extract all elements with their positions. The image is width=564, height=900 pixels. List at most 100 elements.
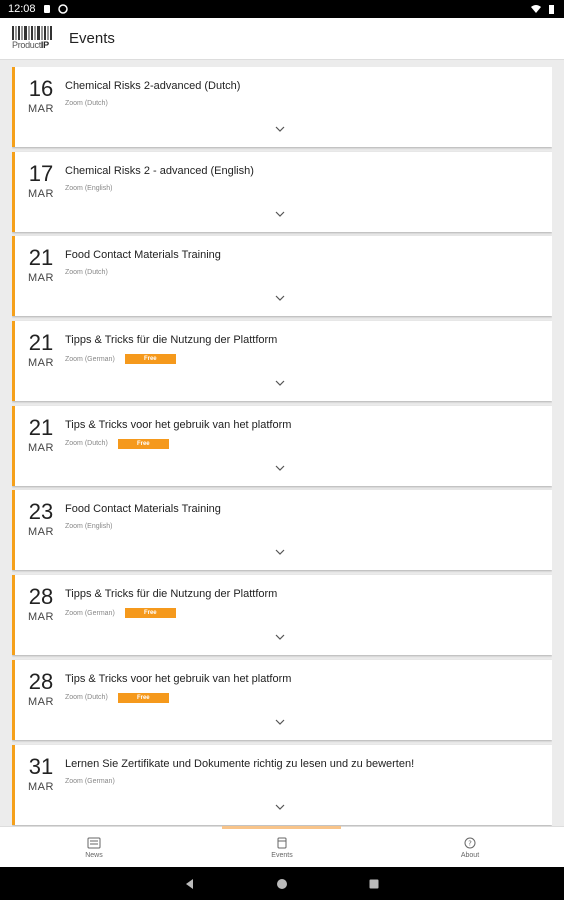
chevron-down-icon[interactable] [272,462,288,474]
event-day: 17 [28,160,54,186]
chevron-down-icon[interactable] [272,631,288,643]
event-meta: Zoom (English) [65,523,112,530]
bottom-navigation: News Events ? About [0,826,564,868]
event-date: 28 MAR [26,668,56,708]
wifi-icon [531,5,541,13]
event-month: MAR [28,780,54,793]
chevron-down-icon[interactable] [272,716,288,728]
chevron-down-icon[interactable] [272,377,288,389]
event-meta: Zoom (Dutch) Free [65,692,169,703]
event-month: MAR [28,526,54,539]
event-day: 28 [28,584,54,610]
event-title: Food Contact Materials Training [65,503,221,516]
recents-icon[interactable] [368,878,380,890]
page-title: Events [69,30,115,47]
status-time: 12:08 [8,3,36,15]
event-location: Zoom (Dutch) [65,100,108,107]
tab-about-label: About [460,851,480,859]
event-date: 21 MAR [26,245,56,285]
chevron-down-icon[interactable] [272,546,288,558]
event-meta: Zoom (German) Free [65,608,176,619]
sim-card-icon [43,5,50,13]
chevron-down-icon[interactable] [272,292,288,304]
data-saver-icon [57,4,68,14]
event-day: 28 [28,668,54,694]
event-meta: Zoom (English) [65,185,112,192]
event-month: MAR [28,272,54,285]
event-card[interactable]: 21 MAR Tips & Tricks voor het gebruik va… [12,405,552,486]
battery-icon [549,5,554,14]
event-title: Tipps & Tricks für die Nutzung der Platt… [65,334,278,347]
event-location: Zoom (German) [65,777,115,785]
event-month: MAR [28,103,54,115]
event-title: Tips & Tricks voor het gebruik van het p… [65,672,292,685]
event-date: 17 MAR [26,160,56,200]
event-card[interactable]: 16 MAR Chemical Risks 2-advanced (Dutch)… [12,67,552,147]
event-location: Zoom (Dutch) [65,694,108,702]
event-day: 23 [28,499,54,525]
event-day: 21 [28,414,54,440]
tab-news-label: News [85,851,103,859]
event-location: Zoom (German) [65,609,115,617]
event-day: 31 [28,753,54,779]
chevron-down-icon[interactable] [272,208,288,220]
event-card[interactable]: 31 MAR Lernen Sie Zertifikate und Dokume… [12,744,552,825]
event-meta: Zoom (Dutch) [65,100,108,107]
event-card[interactable]: 28 MAR Tips & Tricks voor het gebruik va… [12,659,552,740]
event-title: Tips & Tricks voor het gebruik van het p… [65,418,292,431]
event-location: Zoom (English) [65,523,113,531]
event-location: Zoom (German) [65,355,115,363]
help-icon: ? [464,837,476,848]
tab-news[interactable]: News [0,827,188,868]
event-day: 21 [28,245,54,271]
event-meta: Zoom (Dutch) Free [65,438,169,449]
event-location: Zoom (Dutch) [65,440,108,448]
logo-text-product: Product [12,39,41,50]
tab-events-label: Events [271,851,293,859]
event-meta: Zoom (German) Free [65,354,176,365]
status-bar: 12:08 [0,0,564,18]
tab-events[interactable]: Events [188,827,376,868]
event-meta: Zoom (Dutch) [65,269,108,276]
event-list[interactable]: 16 MAR Chemical Risks 2-advanced (Dutch)… [12,67,552,826]
event-date: 23 MAR [26,499,56,539]
system-navigation-bar [0,867,564,900]
event-date: 31 MAR [26,753,56,793]
free-badge: Free [124,354,176,365]
event-title: Tipps & Tricks für die Nutzung der Platt… [65,588,278,601]
event-card[interactable]: 23 MAR Food Contact Materials Training Z… [12,490,552,571]
event-day: 16 [28,76,54,101]
tab-about[interactable]: ? About [376,827,564,868]
event-month: MAR [28,441,54,454]
event-date: 28 MAR [26,584,56,624]
news-icon [87,837,101,848]
event-day: 21 [28,330,54,356]
svg-text:?: ? [468,839,472,847]
logo-text-ip: IP [40,39,49,50]
logo-text: ProductIP [12,40,49,50]
home-icon[interactable] [276,878,288,890]
event-card[interactable]: 21 MAR Food Contact Materials Training Z… [12,236,552,317]
event-month: MAR [28,611,54,624]
event-title: Lernen Sie Zertifikate und Dokumente ric… [65,757,415,770]
event-meta: Zoom (German) [65,778,115,785]
event-card[interactable]: 17 MAR Chemical Risks 2 - advanced (Engl… [12,151,552,232]
event-month: MAR [28,357,54,370]
app-bar: ProductIP Events [0,18,564,60]
event-date: 21 MAR [26,414,56,454]
chevron-down-icon[interactable] [272,801,288,813]
free-badge: Free [117,438,169,449]
event-location: Zoom (Dutch) [65,269,108,277]
event-month: MAR [28,695,54,708]
event-title: Food Contact Materials Training [65,249,221,262]
event-card[interactable]: 21 MAR Tipps & Tricks für die Nutzung de… [12,321,552,402]
event-card[interactable]: 28 MAR Tipps & Tricks für die Nutzung de… [12,575,552,656]
free-badge: Free [117,692,169,703]
calendar-icon [277,837,287,848]
chevron-down-icon[interactable] [272,123,288,135]
event-date: 21 MAR [26,330,56,370]
event-location: Zoom (English) [65,184,113,192]
back-icon[interactable] [184,878,196,890]
barcode-icon [12,25,52,40]
free-badge: Free [124,608,176,619]
